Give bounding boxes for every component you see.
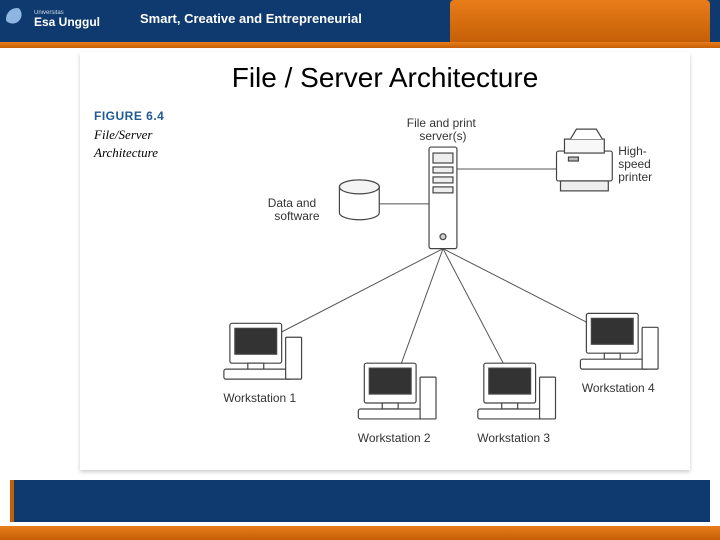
header-orange-tab	[450, 0, 710, 42]
architecture-diagram: File and print server(s) High- speed pri…	[200, 107, 678, 460]
figure-name-line1: File/Server	[94, 127, 152, 142]
data-cylinder-icon	[339, 180, 379, 220]
slide-card: File / Server Architecture FIGURE 6.4 Fi…	[80, 52, 690, 470]
logo-swirl-icon	[6, 8, 28, 30]
workstation-2-icon	[358, 363, 436, 419]
footer-orange-bar	[0, 526, 720, 540]
university-logo: Universitas Esa Unggul	[6, 4, 116, 34]
data-label: Data and software	[268, 196, 320, 223]
workstation-2-label: Workstation 2	[358, 431, 431, 445]
university-name: Esa Unggul	[34, 15, 100, 29]
figure-name: File/Server Architecture	[94, 126, 214, 161]
header-bar: Universitas Esa Unggul Smart, Creative a…	[0, 0, 720, 42]
figure-caption: FIGURE 6.4 File/Server Architecture	[94, 108, 214, 161]
logo-text: Universitas Esa Unggul	[34, 10, 100, 29]
workstation-3-label: Workstation 3	[477, 431, 550, 445]
server-icon	[429, 147, 457, 249]
workstation-1-label: Workstation 1	[223, 391, 296, 405]
header-tagline: Smart, Creative and Entrepreneurial	[140, 11, 362, 26]
workstation-4-label: Workstation 4	[582, 381, 655, 395]
server-label: File and print server(s)	[407, 116, 479, 143]
slide-title: File / Server Architecture	[80, 52, 690, 100]
workstation-1-icon	[224, 323, 302, 379]
footer-navy-bar	[10, 480, 710, 522]
workstation-4-icon	[580, 313, 658, 369]
printer-label: High- speed printer	[618, 144, 654, 184]
workstation-3-icon	[478, 363, 556, 419]
figure-name-line2: Architecture	[94, 145, 158, 160]
university-prefix: Universitas	[34, 10, 100, 16]
figure-number: FIGURE 6.4	[94, 108, 214, 124]
header-orange-strip	[0, 42, 720, 48]
diagram-svg: File and print server(s) High- speed pri…	[200, 107, 678, 460]
printer-icon	[557, 129, 613, 191]
